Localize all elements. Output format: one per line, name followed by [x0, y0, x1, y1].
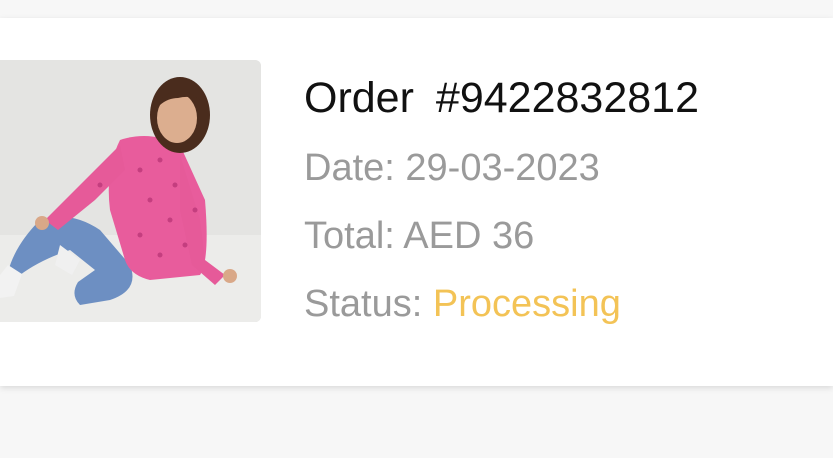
- order-card[interactable]: Order #9422832812 Date: 29-03-2023 Total:…: [0, 18, 833, 386]
- total-value: AED 36: [403, 215, 535, 257]
- order-number: #9422832812: [435, 74, 699, 122]
- order-status: Status: Processing: [304, 270, 699, 338]
- status-badge: Processing: [432, 283, 621, 325]
- order-title: Order #9422832812: [304, 70, 699, 126]
- date-value: 29-03-2023: [405, 147, 600, 189]
- status-label: Status:: [304, 283, 423, 325]
- product-photo-image: [0, 60, 261, 322]
- total-label: Total:: [304, 215, 395, 257]
- order-label: Order: [304, 74, 414, 122]
- order-total: Total: AED 36: [304, 202, 699, 270]
- order-date: Date: 29-03-2023: [304, 134, 699, 202]
- date-label: Date:: [304, 147, 395, 189]
- order-info: Order #9422832812 Date: 29-03-2023 Total:…: [304, 70, 699, 338]
- product-thumbnail[interactable]: [0, 60, 261, 322]
